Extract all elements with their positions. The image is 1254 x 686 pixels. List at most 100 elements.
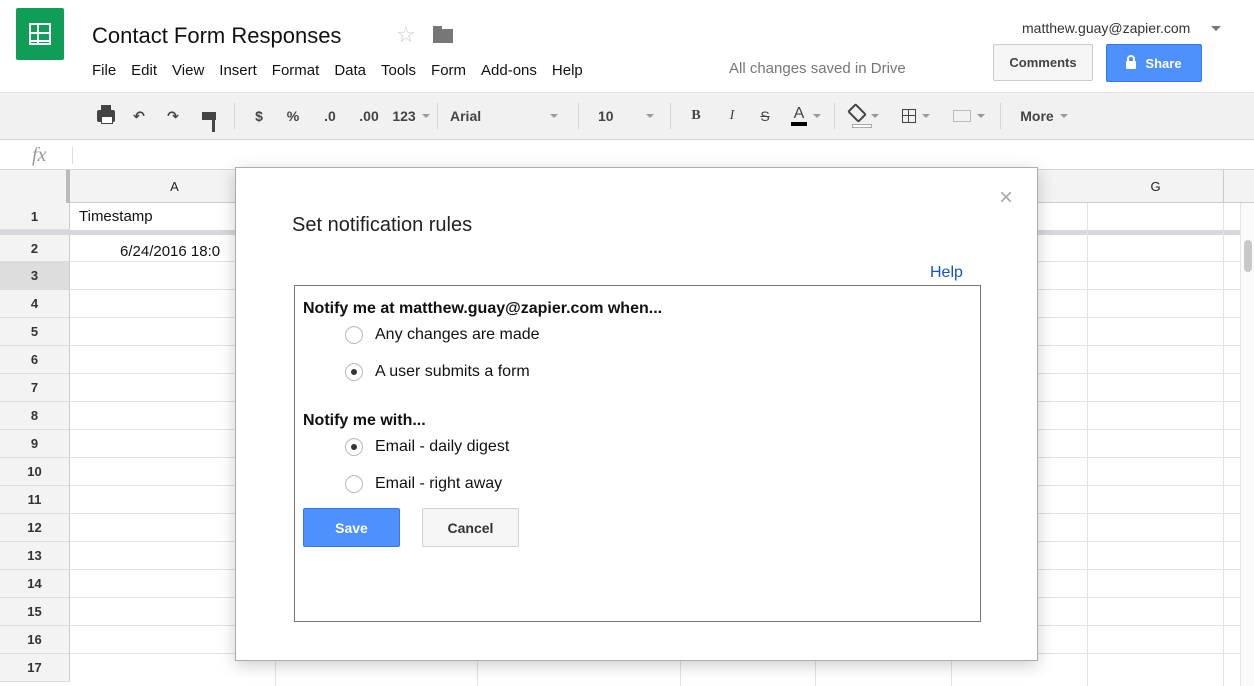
row-header[interactable]: 5: [0, 318, 70, 346]
font-family-value: Arial: [450, 108, 482, 124]
account-dropdown-icon[interactable]: [1211, 26, 1221, 31]
menu-format[interactable]: Format: [272, 62, 320, 79]
row-header[interactable]: 3: [0, 262, 70, 290]
row-header[interactable]: 4: [0, 290, 70, 318]
fx-icon: fx: [32, 144, 47, 166]
row-header[interactable]: 8: [0, 402, 70, 430]
strikethrough-button[interactable]: S: [754, 93, 776, 139]
radio-daily-digest[interactable]: Email - daily digest: [345, 438, 509, 456]
menu-insert[interactable]: Insert: [219, 62, 257, 79]
cell-a1[interactable]: Timestamp: [79, 208, 153, 225]
redo-icon[interactable]: ↷: [160, 93, 186, 139]
merge-cells-button[interactable]: [946, 93, 992, 139]
bold-button[interactable]: B: [686, 93, 706, 139]
more-button[interactable]: More: [1014, 93, 1074, 139]
menu-help[interactable]: Help: [552, 62, 583, 79]
radio-button-checked[interactable]: [345, 438, 363, 456]
percent-format-button[interactable]: %: [282, 93, 304, 139]
radio-form-submit[interactable]: A user submits a form: [345, 363, 530, 381]
menu-form[interactable]: Form: [431, 62, 466, 79]
menu-add-ons[interactable]: Add-ons: [481, 62, 537, 79]
toolbar-divider: [234, 103, 235, 129]
notify-with-label: Notify me with...: [303, 412, 426, 429]
cancel-button[interactable]: Cancel: [422, 508, 519, 547]
row-header[interactable]: 1: [0, 203, 70, 230]
vertical-scrollbar[interactable]: [1240, 203, 1254, 686]
fill-color-button[interactable]: [846, 93, 882, 139]
text-color-button[interactable]: A: [786, 93, 826, 139]
radio-label: Email - right away: [375, 475, 503, 492]
row-header[interactable]: 13: [0, 542, 70, 570]
paint-format-icon[interactable]: [198, 93, 220, 139]
more-formats-dropdown[interactable]: 123: [385, 93, 437, 139]
column-header-g[interactable]: G: [1088, 170, 1224, 203]
select-all-corner[interactable]: [0, 170, 70, 203]
star-icon[interactable]: ☆: [396, 23, 416, 47]
radio-label: A user submits a form: [375, 363, 530, 380]
chevron-down-icon: [646, 114, 654, 118]
toolbar-divider: [670, 103, 671, 129]
row-header[interactable]: 9: [0, 430, 70, 458]
row-header[interactable]: 16: [0, 626, 70, 654]
row-header[interactable]: 10: [0, 458, 70, 486]
help-link[interactable]: Help: [930, 264, 963, 282]
more-button-label: More: [1020, 108, 1054, 124]
formula-bar[interactable]: fx: [0, 140, 1254, 170]
fill-color-icon: [847, 103, 867, 123]
borders-icon: [902, 109, 916, 123]
radio-any-changes[interactable]: Any changes are made: [345, 326, 540, 344]
text-color-icon: A: [790, 106, 808, 126]
italic-button[interactable]: I: [722, 93, 742, 139]
row-header[interactable]: 7: [0, 374, 70, 402]
menu-file[interactable]: File: [92, 62, 116, 79]
comments-button[interactable]: Comments: [993, 44, 1093, 81]
formatting-toolbar: ↶ ↷ $ % .0 .00 123 Arial 10 B I S A More: [0, 92, 1254, 140]
notify-when-label: Notify me at matthew.guay@zapier.com whe…: [303, 300, 663, 317]
row-header[interactable]: 15: [0, 598, 70, 626]
folder-icon[interactable]: [433, 26, 453, 43]
currency-format-button[interactable]: $: [250, 93, 268, 139]
increase-decimals-button[interactable]: .00: [352, 93, 386, 139]
borders-button[interactable]: [898, 93, 934, 139]
document-title[interactable]: Contact Form Responses: [92, 23, 341, 49]
merge-cells-icon: [953, 110, 971, 122]
toolbar-divider: [834, 103, 835, 129]
font-size-select[interactable]: 10: [588, 93, 664, 139]
notification-rules-dialog: × Set notification rules Help Notify me …: [235, 167, 1038, 661]
save-button[interactable]: Save: [303, 508, 400, 547]
undo-icon[interactable]: ↶: [126, 93, 152, 139]
chevron-down-icon: [550, 114, 558, 118]
row-header[interactable]: 14: [0, 570, 70, 598]
menu-edit[interactable]: Edit: [131, 62, 157, 79]
menu-bar: File Edit View Insert Format Data Tools …: [92, 60, 598, 80]
scrollbar-thumb[interactable]: [1244, 240, 1252, 272]
print-icon[interactable]: [94, 93, 118, 139]
account-email[interactable]: matthew.guay@zapier.com: [1022, 20, 1190, 36]
menu-view[interactable]: View: [172, 62, 204, 79]
row-header[interactable]: 2: [0, 235, 70, 262]
cell-a2[interactable]: 6/24/2016 18:0: [120, 243, 220, 260]
radio-button[interactable]: [345, 475, 363, 493]
chevron-down-icon: [1059, 114, 1068, 118]
more-formats-label: 123: [392, 108, 416, 124]
sheets-logo-icon[interactable]: [16, 8, 64, 60]
row-header[interactable]: 12: [0, 514, 70, 542]
radio-button[interactable]: [345, 326, 363, 344]
share-button[interactable]: Share: [1106, 44, 1202, 82]
save-status[interactable]: All changes saved in Drive: [729, 60, 906, 77]
menu-tools[interactable]: Tools: [381, 62, 416, 79]
font-family-select[interactable]: Arial: [440, 93, 568, 139]
chevron-down-icon: [813, 114, 822, 118]
radio-label: Email - daily digest: [375, 438, 510, 455]
menu-data[interactable]: Data: [334, 62, 366, 79]
chevron-down-icon: [871, 114, 879, 118]
row-header[interactable]: 6: [0, 346, 70, 374]
row-header[interactable]: 17: [0, 654, 70, 682]
toolbar-divider: [1000, 103, 1001, 129]
close-icon[interactable]: ×: [999, 186, 1013, 210]
radio-button-checked[interactable]: [345, 363, 363, 381]
chevron-down-icon: [421, 114, 430, 118]
decrease-decimals-button[interactable]: .0: [315, 93, 345, 139]
row-header[interactable]: 11: [0, 486, 70, 514]
radio-right-away[interactable]: Email - right away: [345, 475, 502, 493]
